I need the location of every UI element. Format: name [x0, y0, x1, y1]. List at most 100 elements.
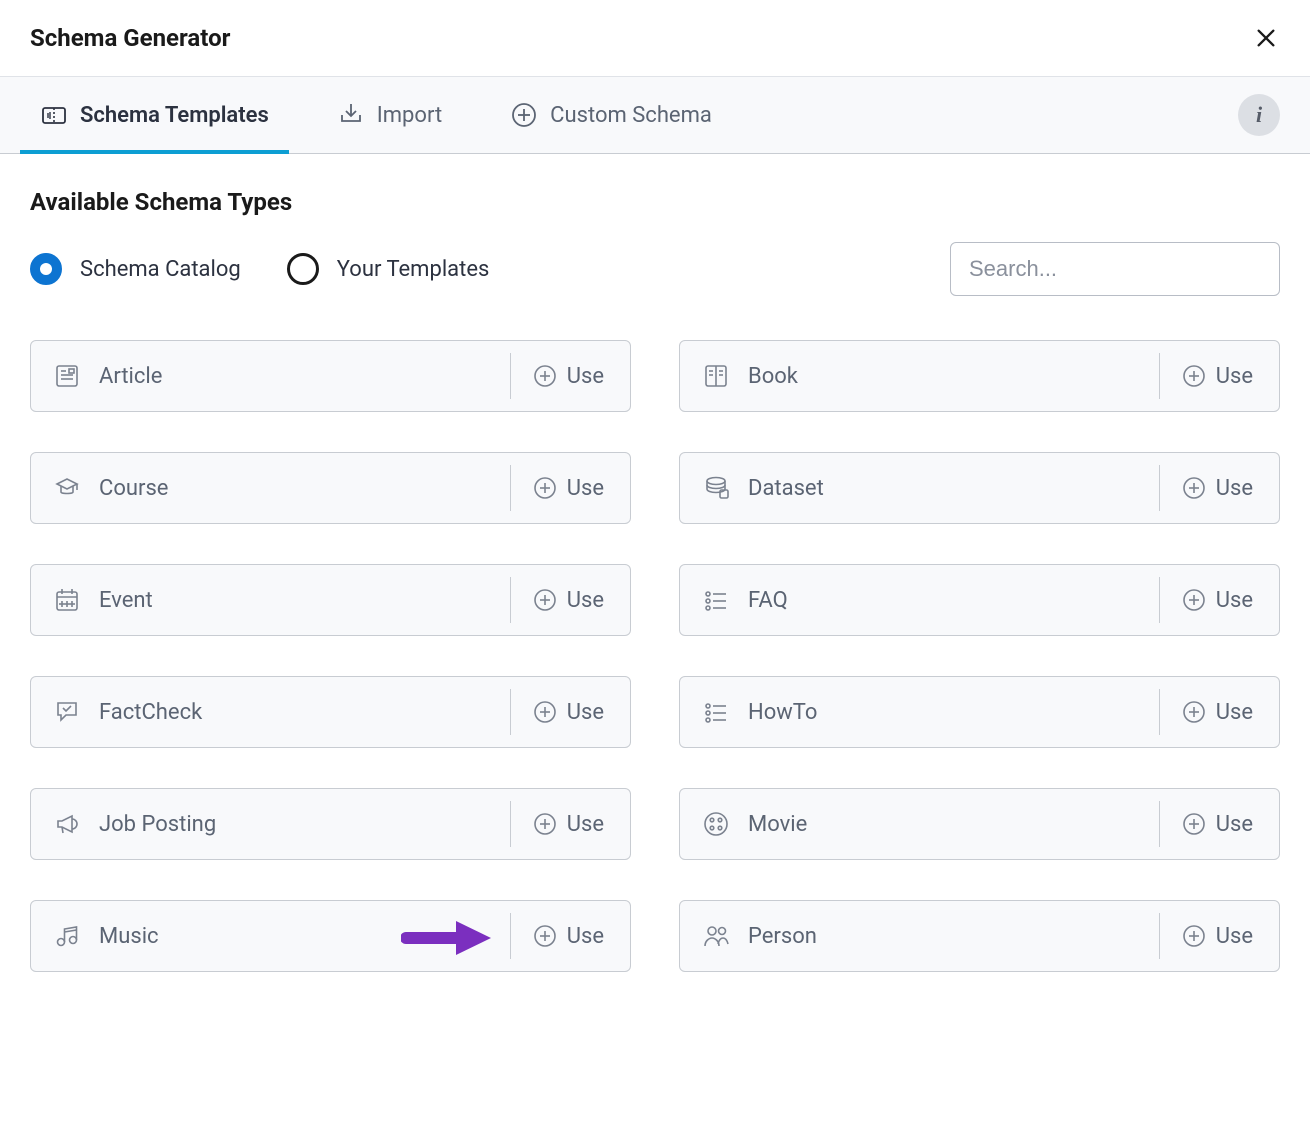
use-button[interactable]: Use — [510, 465, 630, 511]
schema-card-main[interactable]: FactCheck — [31, 677, 510, 747]
schema-card-factcheck: FactCheck Use — [30, 676, 631, 748]
schema-card-person: Person Use — [679, 900, 1280, 972]
plus-circle-icon — [510, 101, 538, 129]
use-label: Use — [567, 700, 604, 725]
schema-label: Event — [99, 588, 153, 613]
schema-card-main[interactable]: Dataset — [680, 453, 1159, 523]
schema-label: HowTo — [748, 700, 817, 725]
dataset-icon — [702, 474, 730, 502]
music-icon — [53, 922, 81, 950]
schema-label: Person — [748, 924, 817, 949]
radio-icon — [287, 253, 319, 285]
use-label: Use — [567, 364, 604, 389]
use-button[interactable]: Use — [510, 577, 630, 623]
tabs-bar: Schema Templates Import Custom Schema i — [0, 76, 1310, 154]
schema-card-main[interactable]: Course — [31, 453, 510, 523]
use-button[interactable]: Use — [1159, 913, 1279, 959]
use-button[interactable]: Use — [1159, 689, 1279, 735]
plus-circle-icon — [533, 476, 557, 500]
use-label: Use — [567, 476, 604, 501]
schema-card-book: Book Use — [679, 340, 1280, 412]
modal-title: Schema Generator — [30, 24, 230, 52]
schema-card-howto: HowTo Use — [679, 676, 1280, 748]
schema-card-main[interactable]: Movie — [680, 789, 1159, 859]
search-input[interactable] — [950, 242, 1280, 296]
section-title: Available Schema Types — [30, 188, 1280, 216]
schema-card-main[interactable]: FAQ — [680, 565, 1159, 635]
use-button[interactable]: Use — [1159, 577, 1279, 623]
list-icon — [702, 698, 730, 726]
schema-label: Course — [99, 476, 168, 501]
close-button[interactable] — [1252, 24, 1280, 52]
schema-card-music: Music Use — [30, 900, 631, 972]
use-button[interactable]: Use — [510, 801, 630, 847]
schema-card-main[interactable]: Book — [680, 341, 1159, 411]
plus-circle-icon — [1182, 588, 1206, 612]
tab-label: Schema Templates — [80, 103, 269, 128]
tab-schema-templates[interactable]: Schema Templates — [30, 77, 279, 153]
use-button[interactable]: Use — [510, 353, 630, 399]
plus-circle-icon — [1182, 364, 1206, 388]
list-icon — [702, 586, 730, 614]
course-icon — [53, 474, 81, 502]
use-label: Use — [1216, 476, 1253, 501]
use-label: Use — [567, 812, 604, 837]
schema-card-main[interactable]: Article — [31, 341, 510, 411]
schema-card-main[interactable]: Event — [31, 565, 510, 635]
tab-custom-schema[interactable]: Custom Schema — [500, 77, 722, 153]
schema-card-jobposting: Job Posting Use — [30, 788, 631, 860]
plus-circle-icon — [533, 924, 557, 948]
use-label: Use — [567, 588, 604, 613]
use-button[interactable]: Use — [1159, 801, 1279, 847]
plus-circle-icon — [1182, 476, 1206, 500]
schema-label: Book — [748, 364, 798, 389]
close-icon — [1255, 27, 1277, 49]
use-label: Use — [567, 924, 604, 949]
schema-card-faq: FAQ Use — [679, 564, 1280, 636]
person-icon — [702, 922, 730, 950]
radio-icon — [30, 253, 62, 285]
use-button[interactable]: Use — [1159, 353, 1279, 399]
tab-label: Import — [377, 103, 442, 128]
schema-card-main[interactable]: Person — [680, 901, 1159, 971]
use-button[interactable]: Use — [510, 913, 630, 959]
filter-row: Schema Catalog Your Templates — [30, 242, 1280, 296]
schema-card-main[interactable]: HowTo — [680, 677, 1159, 747]
use-label: Use — [1216, 700, 1253, 725]
use-button[interactable]: Use — [1159, 465, 1279, 511]
schema-card-main[interactable]: Job Posting — [31, 789, 510, 859]
schema-card-dataset: Dataset Use — [679, 452, 1280, 524]
schema-card-article: Article Use — [30, 340, 631, 412]
tab-label: Custom Schema — [550, 103, 712, 128]
schema-card-course: Course Use — [30, 452, 631, 524]
plus-circle-icon — [1182, 812, 1206, 836]
modal-header: Schema Generator — [0, 0, 1310, 76]
schema-label: Job Posting — [99, 812, 216, 837]
schema-label: Music — [99, 924, 159, 949]
radio-schema-catalog[interactable]: Schema Catalog — [30, 253, 241, 285]
info-button[interactable]: i — [1238, 94, 1280, 136]
tab-import[interactable]: Import — [327, 77, 452, 153]
use-label: Use — [1216, 364, 1253, 389]
article-icon — [53, 362, 81, 390]
use-label: Use — [1216, 924, 1253, 949]
plus-circle-icon — [533, 364, 557, 388]
radio-your-templates[interactable]: Your Templates — [287, 253, 490, 285]
schema-card-event: Event Use — [30, 564, 631, 636]
info-icon: i — [1256, 102, 1262, 128]
use-label: Use — [1216, 588, 1253, 613]
schema-label: Dataset — [748, 476, 824, 501]
schema-label: FactCheck — [99, 700, 202, 725]
factcheck-icon — [53, 698, 81, 726]
content-area: Available Schema Types Schema Catalog Yo… — [0, 154, 1310, 1006]
megaphone-icon — [53, 810, 81, 838]
plus-circle-icon — [533, 588, 557, 612]
import-icon — [337, 101, 365, 129]
schema-card-movie: MovieUse — [679, 788, 1280, 860]
schema-grid: ArticleUseBookUseCourseUseDatasetUseEven… — [30, 340, 1280, 972]
schema-card-main[interactable]: Music — [31, 901, 510, 971]
plus-circle-icon — [533, 812, 557, 836]
schema-label: FAQ — [748, 588, 788, 613]
use-button[interactable]: Use — [510, 689, 630, 735]
movie-icon — [702, 810, 730, 838]
